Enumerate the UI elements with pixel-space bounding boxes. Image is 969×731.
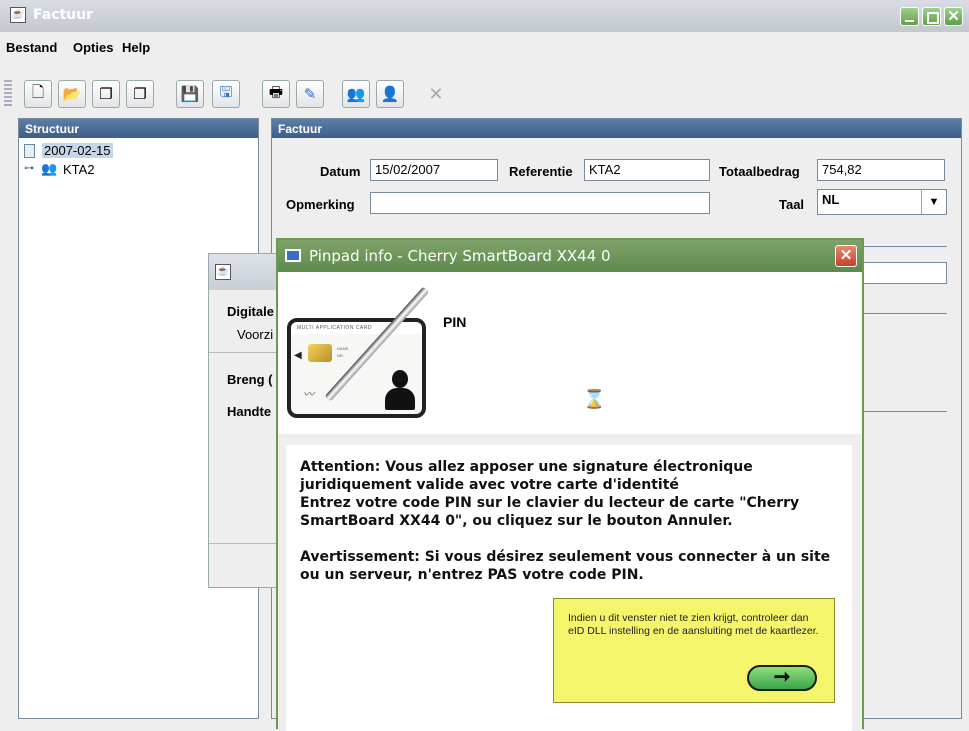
paste-button[interactable]: ❐ [126, 80, 154, 108]
hidden-field[interactable] [862, 262, 947, 284]
referentie-field[interactable]: KTA2 [584, 159, 710, 181]
card-nr-label: NR. [337, 353, 344, 358]
delete-button[interactable]: ✕ [422, 80, 450, 108]
totaalbedrag-label: Totaalbedrag [719, 164, 800, 179]
opmerking-field[interactable] [370, 192, 710, 214]
structuur-header: Structuur [19, 119, 258, 138]
tree-root-icon [24, 144, 35, 158]
toolbar-grip[interactable] [4, 80, 12, 108]
factuur-header: Factuur [272, 119, 961, 138]
card-signature-icon: 〰 [303, 389, 314, 401]
arrow-right-icon: ➞ [773, 666, 791, 688]
user-icon: 👤 [380, 86, 400, 103]
save-button[interactable]: 💾 [176, 80, 204, 108]
close-button[interactable]: ✕ [944, 7, 963, 26]
toolbar: 🗋 📂 ❐ ❐ 💾 🖫 🖶 ✎ 👥 👤 ✕ [4, 76, 966, 112]
window-title: Factuur [33, 7, 94, 23]
referentie-label: Referentie [509, 164, 573, 179]
sign-button[interactable]: ✎ [296, 80, 324, 108]
java-app-icon: ☕ [215, 264, 231, 280]
maximize-button[interactable] [922, 7, 941, 26]
tree-root-label[interactable]: 2007-02-15 [42, 143, 113, 158]
card-header-text: MULTI APPLICATION CARD [291, 322, 422, 334]
print-icon: 🖶 [268, 83, 284, 101]
attention-message: Attention: Vous allez apposer une signat… [300, 459, 753, 493]
tree-expand-icon[interactable]: ⊶ [24, 163, 34, 174]
pinpad-info-area: MULTI APPLICATION CARD ◀ NAME NR. 〰 PIN … [278, 272, 862, 434]
new-button[interactable]: 🗋 [24, 80, 52, 108]
open-folder-icon: 📂 [62, 86, 82, 103]
chevron-down-icon[interactable]: ▼ [921, 190, 946, 214]
background-dialog-label: Digitale [227, 304, 274, 319]
datum-field[interactable]: 15/02/2007 [370, 159, 498, 181]
card-name-label: NAME [337, 346, 349, 351]
pin-label: PIN [443, 314, 467, 330]
menu-opties[interactable]: Opties [73, 40, 113, 55]
section-divider [862, 313, 947, 314]
pinpad-close-button[interactable]: ✕ [835, 245, 857, 267]
background-dialog-label: Handte [227, 404, 272, 419]
next-button[interactable]: ➞ [747, 665, 817, 691]
tip-box: Indien u dit venster niet te zien krijgt… [553, 598, 835, 703]
opmerking-label: Opmerking [286, 197, 355, 212]
pinpad-title: Pinpad info - Cherry SmartBoard XX44 0 [309, 247, 611, 265]
close-icon: ✕ [839, 247, 853, 264]
datum-label: Datum [320, 164, 361, 179]
close-icon: ✕ [947, 8, 960, 25]
card-arrow-icon: ◀ [294, 350, 302, 361]
copy-icon: ❐ [99, 86, 113, 103]
taal-select[interactable]: NL ▼ [817, 189, 947, 215]
tip-text: Indien u dit venster niet te zien krijgt… [568, 612, 819, 637]
users-button[interactable]: 👥 [342, 80, 370, 108]
menu-help[interactable]: Help [122, 40, 150, 55]
instruction-message: Entrez votre code PIN sur le clavier du … [300, 495, 800, 529]
chip-icon [308, 344, 332, 362]
window-titlebar[interactable]: ☕ Factuur ✕ [0, 0, 969, 32]
copy-button[interactable]: ❐ [92, 80, 120, 108]
minimize-button[interactable] [900, 7, 919, 26]
pinpad-dialog: Pinpad info - Cherry SmartBoard XX44 0 ✕… [276, 238, 864, 731]
menu-bestand[interactable]: Bestand [6, 40, 57, 55]
print-button[interactable]: 🖶 [262, 80, 290, 108]
hourglass-icon: ⌛ [583, 389, 606, 409]
totaalbedrag-field[interactable]: 754,82 [817, 159, 945, 181]
section-divider [862, 246, 947, 247]
minimize-icon [905, 20, 914, 22]
tree-child-icon: 👥 [41, 161, 58, 176]
background-dialog-label: Voorzi [237, 327, 274, 342]
sign-icon: ✎ [303, 86, 317, 103]
new-document-icon: 🗋 [31, 83, 45, 101]
background-dialog-label: Breng ( [227, 372, 273, 387]
card-photo-icon [383, 366, 417, 412]
pinpad-titlebar[interactable]: Pinpad info - Cherry SmartBoard XX44 0 ✕ [278, 240, 862, 272]
section-divider [862, 411, 947, 412]
taal-value: NL [822, 192, 840, 207]
delete-icon: ✕ [428, 83, 444, 104]
users-icon: 👥 [346, 86, 366, 103]
save-as-icon: 🖫 [219, 83, 233, 101]
tree-child-label[interactable]: KTA2 [63, 162, 95, 177]
user-button[interactable]: 👤 [376, 80, 404, 108]
paste-icon: ❐ [133, 86, 147, 103]
warning-message: Avertissement: Si vous désirez seulement… [300, 549, 831, 583]
pinpad-message-area: Attention: Vous allez apposer une signat… [286, 445, 852, 731]
taal-label: Taal [779, 197, 805, 212]
maximize-icon [927, 12, 939, 24]
window-icon [285, 249, 301, 262]
save-icon: 💾 [180, 86, 200, 103]
save-as-button[interactable]: 🖫 [212, 80, 240, 108]
open-button[interactable]: 📂 [58, 80, 86, 108]
java-app-icon: ☕ [10, 7, 26, 23]
